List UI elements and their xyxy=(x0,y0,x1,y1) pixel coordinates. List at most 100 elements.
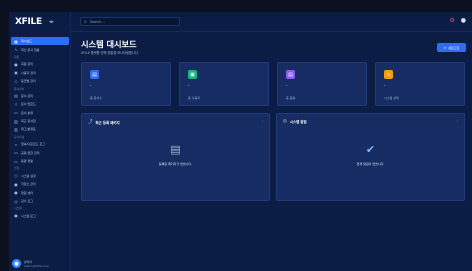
stat-label: 총 사용자 xyxy=(188,96,200,100)
sidebar-item-label: 회원 관리 xyxy=(21,62,33,67)
shield-icon: ◇ xyxy=(14,78,18,84)
sidebar-item-label: 시스템 로그 xyxy=(21,213,36,218)
sidebar-item-label: 공유/권한 관리 xyxy=(21,150,40,155)
sidebar-item-label: 등급별 관리 xyxy=(21,79,36,84)
bell-icon: ● xyxy=(14,190,18,196)
brand[interactable]: XFILE ◂▸ xyxy=(15,17,54,27)
panel-header: ◎ 시스템 알림 xyxy=(283,119,307,124)
sidebar-item-label: 시스템 설정 xyxy=(21,173,36,178)
audit-icon: ◎ xyxy=(14,198,18,204)
storage-icon: ▤ xyxy=(286,70,295,79)
sidebar-item-label: 저장소 관리 xyxy=(21,182,36,187)
folder-icon: ▭ xyxy=(14,110,18,116)
sidebar-item-label: 최신 문서 현황 xyxy=(21,47,40,52)
app-frame: XFILE ◂▸ ▦ 대시보드 ∿ 최신 문서 현황 회원 ● 회원 관리 ▣ 사용자 관리 ◇ 등… xyxy=(0,0,472,271)
system-icon: ● xyxy=(14,213,18,219)
sidebar-item[interactable]: ◎ 감사 로그 xyxy=(11,197,69,205)
sidebar-item-label: 용량 현황 xyxy=(21,159,33,164)
stat-value: - xyxy=(90,83,92,88)
sidebar-section-label: 설정 xyxy=(14,166,20,171)
settings-icon[interactable]: ⚙ xyxy=(449,17,454,24)
sidebar-item-label: 알림 센터 xyxy=(21,190,33,195)
stat-card-storage[interactable]: ▤ - 총 용량 xyxy=(277,62,367,106)
stat-card-documents[interactable]: ▤ - 총 문서수 xyxy=(81,62,171,106)
user-profile[interactable]: ● 관리자 admin@xfile.co.kr xyxy=(12,259,68,268)
sidebar-item[interactable]: ◇ 등급별 관리 xyxy=(11,77,69,85)
sidebar-item[interactable]: ∿ 최신 문서 현황 xyxy=(11,45,69,53)
panel-title: 시스템 알림 xyxy=(289,120,307,124)
check-circle-icon: ✔ xyxy=(365,143,376,156)
system-alerts-panel: ◎ 시스템 알림 › ✔ 현재 알림이 없습니다. xyxy=(276,113,465,201)
sidebar-item[interactable]: ● 저장소 관리 xyxy=(11,180,69,188)
storage-icon: ▭ xyxy=(14,158,18,164)
menu-icon[interactable]: ● xyxy=(461,17,466,24)
sidebar-item-label: 태그/분류표 xyxy=(21,127,36,132)
stat-value: - xyxy=(188,83,190,88)
sidebar-item[interactable]: ▭ 문서 분류 xyxy=(11,109,69,117)
sidebar-item-label: 접속/다운로드 로그 xyxy=(21,142,46,147)
sidebar-item-label: 사용자 관리 xyxy=(21,70,36,75)
sidebar-item[interactable]: ▦ 대시보드 xyxy=(11,37,69,46)
stat-label: 총 용량 xyxy=(286,96,296,100)
stat-label: 총 문서수 xyxy=(90,96,102,100)
app-logo: XFILE xyxy=(15,17,42,27)
stat-card-system[interactable]: ∿ - 시스템 상태 xyxy=(375,62,465,106)
sidebar-item[interactable]: ● 알림 센터 xyxy=(11,188,69,196)
profile-info: 관리자 admin@xfile.co.kr xyxy=(24,260,49,268)
search-input[interactable]: Search... xyxy=(90,20,105,24)
alert-circle-icon: ◎ xyxy=(283,119,287,124)
search-box[interactable]: ⌕ Search... xyxy=(80,17,180,26)
users-icon: ▣ xyxy=(188,70,197,79)
sidebar-toggle-icon[interactable]: ◂▸ xyxy=(49,19,54,25)
main-content: 시스템 대시보드 XFILE 플랫폼 전체 현황을 모니터링합니다. ⟳ 새로고… xyxy=(71,32,472,271)
tag-icon: ▥ xyxy=(14,126,18,132)
empty-package-icon: ▤ xyxy=(170,143,181,156)
sidebar-item[interactable]: ▭ 공유/권한 관리 xyxy=(11,148,69,156)
sidebar-item[interactable]: ▭ 용량 현황 xyxy=(11,157,69,165)
share-icon: ▭ xyxy=(14,150,18,156)
sidebar-section-label: 시스템 xyxy=(14,206,22,211)
sidebar-item[interactable]: ● 시스템 로그 xyxy=(11,212,69,220)
stat-card-users[interactable]: ▣ - 총 사용자 xyxy=(179,62,269,106)
sidebar-item[interactable]: ▣ 사용자 관리 xyxy=(11,69,69,77)
sidebar-item[interactable]: ▤ 문서 관리 xyxy=(11,92,69,100)
profile-email: admin@xfile.co.kr xyxy=(24,263,50,268)
refresh-button[interactable]: ⟳ 새로고침 xyxy=(437,43,466,52)
sidebar-item-label: 최근 문서함 xyxy=(21,119,36,124)
sidebar-item[interactable]: ▥ 태그/분류표 xyxy=(11,125,69,133)
avatar: ● xyxy=(12,259,21,268)
sidebar-item[interactable]: ▧ 최근 문서함 xyxy=(11,117,69,125)
sidebar-item-label: 감사 로그 xyxy=(21,199,33,203)
chevron-right-icon[interactable]: › xyxy=(457,119,458,123)
refresh-label: 새로고침 xyxy=(448,45,460,50)
search-icon: ⌕ xyxy=(84,18,87,25)
sidebar-item[interactable]: ⇧ 문서 업로드 xyxy=(11,100,69,108)
sidebar-item-label: 문서 분류 xyxy=(21,110,33,115)
search-icon: ⌕ xyxy=(14,141,18,147)
stat-label: 시스템 상태 xyxy=(384,96,399,100)
user-icon: ▣ xyxy=(14,70,18,76)
sidebar-item-label: 문서 업로드 xyxy=(21,102,36,107)
sidebar-item[interactable]: ◇ 시스템 설정 xyxy=(11,172,69,180)
chevron-right-icon[interactable]: › xyxy=(262,119,263,123)
stat-value: - xyxy=(384,83,386,88)
sidebar-item-label: 문서 관리 xyxy=(21,93,33,98)
panel-title: 최근 등록 패키지 xyxy=(95,120,120,125)
sidebar-item[interactable]: ● 회원 관리 xyxy=(11,60,69,68)
stat-value: - xyxy=(286,83,288,88)
empty-state-text: 현재 알림이 없습니다. xyxy=(356,162,385,166)
sidebar-section-label: 문서관리 xyxy=(14,86,25,91)
trend-icon: ⤴ xyxy=(88,120,93,125)
sidebar-item[interactable]: ⌕ 접속/다운로드 로그 xyxy=(11,140,69,148)
top-actions: ⚙ ● xyxy=(449,17,466,24)
empty-state-text: 등록된 패키지가 없습니다. xyxy=(158,162,193,166)
recent-icon: ▧ xyxy=(14,118,18,124)
page-subtitle: XFILE 플랫폼 전체 현황을 모니터링합니다. xyxy=(81,51,139,55)
users-icon: ● xyxy=(14,61,18,67)
recent-packages-panel: ⤴ 최근 등록 패키지 › ▤ 등록된 패키지가 없습니다. xyxy=(81,113,270,201)
activity-icon: ∿ xyxy=(14,47,18,53)
sidebar: XFILE ◂▸ ▦ 대시보드 ∿ 최신 문서 현황 회원 ● 회원 관리 ▣ 사용자 관리 ◇ 등… xyxy=(9,12,71,271)
database-icon: ● xyxy=(14,181,18,187)
page-title: 시스템 대시보드 xyxy=(81,39,137,49)
sidebar-item-label: 대시보드 xyxy=(21,39,33,44)
